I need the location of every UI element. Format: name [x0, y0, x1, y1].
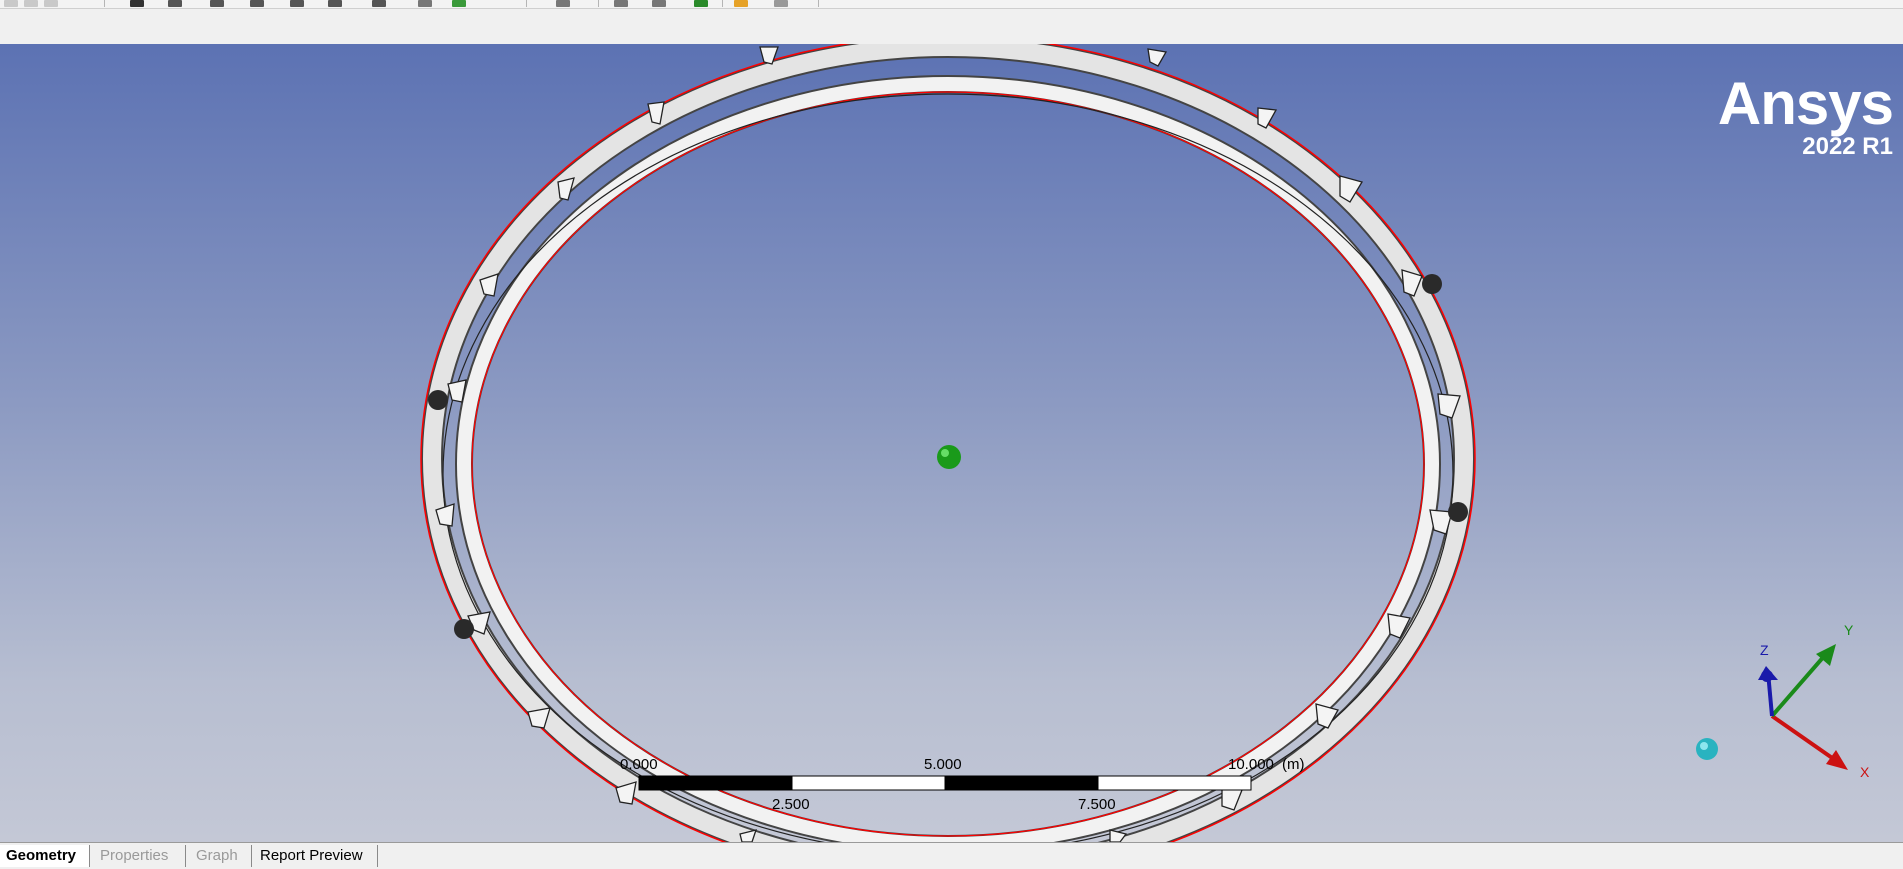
open-icon[interactable] [24, 0, 38, 7]
support-node [428, 390, 448, 410]
triad-origin [1761, 670, 1773, 682]
toolbar-separator [722, 0, 723, 7]
annotation-icon[interactable] [734, 0, 748, 7]
tab-graph[interactable]: Graph [190, 845, 252, 867]
next-view-icon[interactable] [418, 0, 432, 7]
select-icon[interactable] [556, 0, 570, 7]
x-axis-line [1770, 714, 1840, 764]
brand-name: Ansys [1717, 70, 1894, 137]
brand-version: 2022 R1 [1802, 133, 1893, 160]
toolbar-strip [0, 9, 1903, 44]
ring-model [420, 44, 1848, 842]
scale-label-0: 0.000 [620, 756, 658, 773]
main-toolbar [0, 0, 1903, 9]
triad-label-y: Y [1844, 622, 1854, 638]
scale-segment [1097, 775, 1252, 791]
zoom-icon[interactable] [210, 0, 224, 7]
view-orientation-ball-highlight [1700, 742, 1708, 750]
y-axis-line [1770, 652, 1828, 718]
scale-unit: (m) [1282, 756, 1305, 773]
toolbar-separator [598, 0, 599, 7]
bracket [557, 177, 575, 201]
center-point[interactable] [937, 445, 961, 469]
center-point-highlight [941, 449, 949, 457]
tab-report-preview[interactable]: Report Preview [254, 845, 378, 867]
box-zoom-icon[interactable] [250, 0, 264, 7]
iso-view-icon[interactable] [452, 0, 466, 7]
graphics-icon[interactable] [694, 0, 708, 7]
scale-segment [944, 775, 1099, 791]
toolbar-separator [526, 0, 527, 7]
zoom-fit-icon[interactable] [290, 0, 304, 7]
tab-properties[interactable]: Properties [94, 845, 186, 867]
toolbar-separator [818, 0, 819, 7]
x-axis-arrowhead [1826, 750, 1848, 770]
triad-label-x: X [1860, 764, 1870, 780]
magnifier-icon[interactable] [328, 0, 342, 7]
save-icon[interactable] [44, 0, 58, 7]
rotate-icon[interactable] [130, 0, 144, 7]
scale-segment [791, 775, 946, 791]
view-tabs: Geometry Properties Graph Report Preview [0, 842, 1903, 869]
bracket [1147, 48, 1168, 67]
support-node [454, 619, 474, 639]
bracket [1257, 107, 1278, 129]
view-orientation-ball[interactable] [1696, 738, 1718, 760]
pan-icon[interactable] [168, 0, 182, 7]
scale-label-7-5: 7.500 [1078, 796, 1116, 813]
triad-label-z: Z [1760, 642, 1769, 658]
scale-label-2-5: 2.500 [772, 796, 810, 813]
tab-geometry[interactable]: Geometry [0, 845, 90, 867]
axis-triad[interactable] [1758, 644, 1848, 770]
previous-view-icon[interactable] [372, 0, 386, 7]
toolbar-separator [104, 0, 105, 7]
scale-bar [638, 775, 1252, 791]
graphics-viewport[interactable]: Ansys 2022 R1 0.000 5.000 10.000 (m) 2.5… [0, 44, 1903, 842]
wireframe-icon[interactable] [652, 0, 666, 7]
ruler-icon[interactable] [774, 0, 788, 7]
scale-label-10: 10.000 [1228, 756, 1274, 773]
new-icon[interactable] [4, 0, 18, 7]
support-node [1422, 274, 1442, 294]
display-icon[interactable] [614, 0, 628, 7]
scale-label-5: 5.000 [924, 756, 962, 773]
support-node [1448, 502, 1468, 522]
scale-segment [638, 775, 793, 791]
ansys-brand: Ansys 2022 R1 [1717, 70, 1894, 160]
